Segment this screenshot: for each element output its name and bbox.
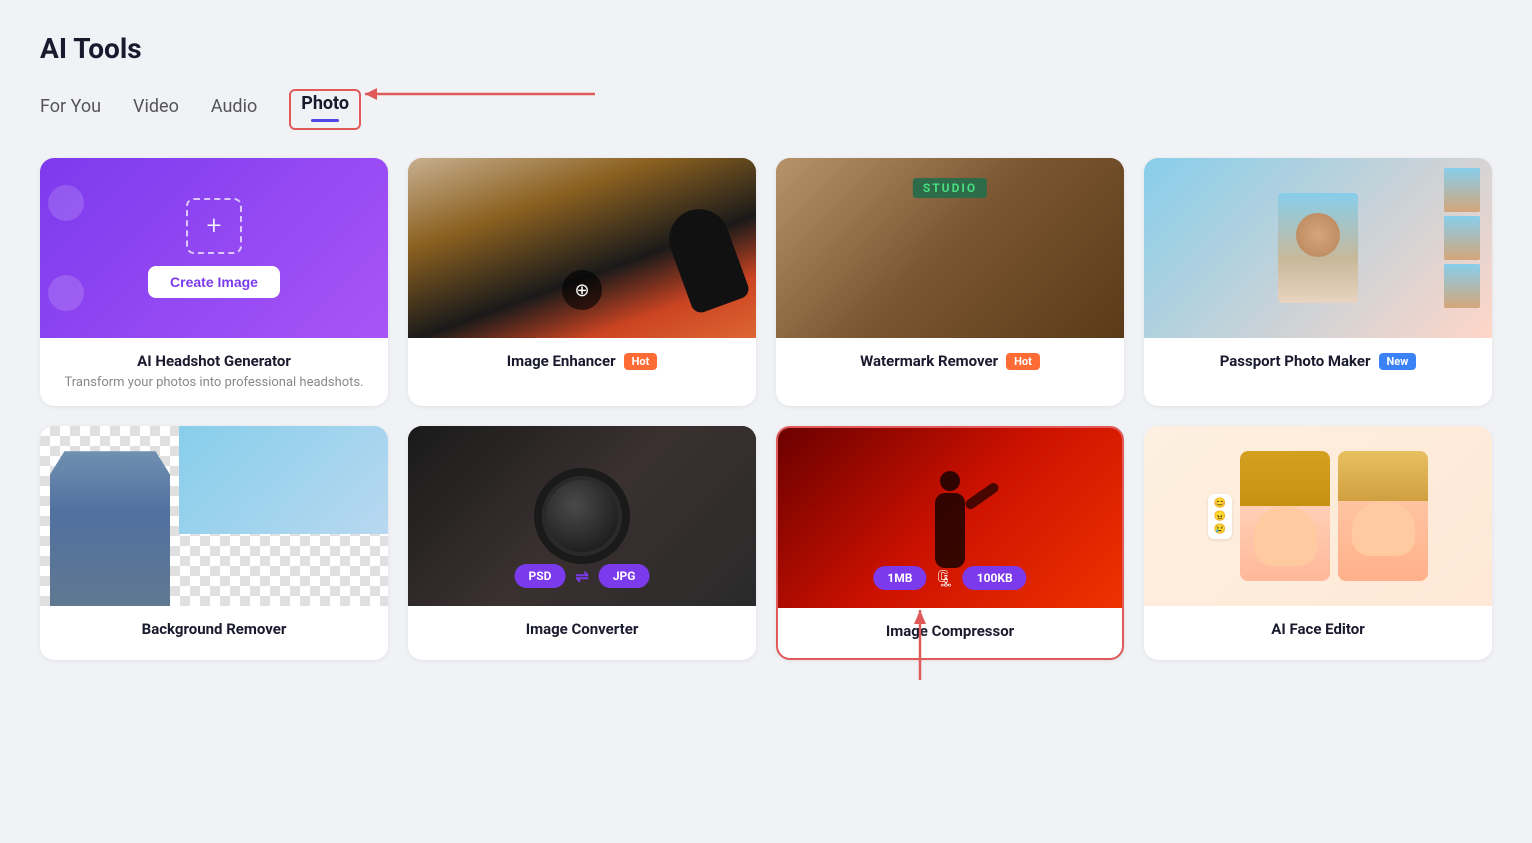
card-title-enhancer: Image Enhancer Hot	[424, 352, 740, 370]
face-avatar-secondary	[1338, 451, 1428, 581]
convert-arrow-icon: ⇌	[575, 567, 588, 586]
bg-remover-sim	[40, 426, 388, 606]
building-shape	[50, 451, 170, 606]
tab-audio[interactable]: Audio	[211, 96, 257, 123]
card-ai-headshot[interactable]: + Create Image AI Headshot Generator Tra…	[40, 158, 388, 406]
tabs-row: For You Video Audio Photo	[40, 89, 1492, 130]
card-image-bg-remover	[40, 426, 388, 606]
card-title-face-editor: AI Face Editor	[1160, 620, 1476, 638]
card-body-ai-headshot: AI Headshot Generator Transform your pho…	[40, 338, 388, 406]
card-title-passport: Passport Photo Maker New	[1160, 352, 1476, 370]
studio-badge: STUDIO	[913, 178, 987, 198]
tab-photo-wrapper: Photo	[289, 89, 361, 130]
grid-container: + Create Image AI Headshot Generator Tra…	[40, 158, 1492, 660]
emoji-3: 😢	[1214, 524, 1226, 535]
face-skin-2	[1352, 501, 1415, 556]
face-skin-main	[1254, 506, 1317, 566]
sky-bg	[179, 426, 388, 534]
badge-hot-watermark: Hot	[1006, 353, 1040, 370]
passport-small-1	[1444, 168, 1480, 212]
card-image-ai-headshot: + Create Image	[40, 158, 388, 338]
card-image-face-editor: 😊 😠 😢	[1144, 426, 1492, 606]
converter-labels: PSD ⇌ JPG	[515, 564, 650, 588]
card-body-bg-remover: Background Remover	[40, 606, 388, 656]
card-title-compressor: Image Compressor	[794, 622, 1106, 640]
tab-video[interactable]: Video	[133, 96, 179, 123]
card-watermark-remover[interactable]: STUDIO Watermark Remover Hot	[776, 158, 1124, 406]
compress-icon: 🗜	[934, 569, 954, 588]
after-size: 100KB	[963, 566, 1027, 590]
emoji-1: 😊	[1214, 498, 1226, 509]
face-emoji-box: 😊 😠 😢	[1208, 494, 1232, 539]
enhancer-photo: ⊕	[408, 158, 756, 338]
tab-for-you[interactable]: For You	[40, 96, 101, 123]
headshot-bg: + Create Image	[40, 158, 388, 338]
page-title: AI Tools	[40, 32, 1492, 65]
emoji-2: 😠	[1214, 511, 1226, 522]
tab-photo[interactable]: Photo	[301, 93, 349, 120]
converter-bg: PSD ⇌ JPG	[408, 426, 756, 606]
before-size: 1MB	[873, 566, 926, 590]
camera-lens	[542, 476, 622, 556]
card-background-remover[interactable]: Background Remover	[40, 426, 388, 660]
card-body-watermark: Watermark Remover Hot	[776, 338, 1124, 388]
card-body-face-editor: AI Face Editor	[1144, 606, 1492, 656]
card-image-converter[interactable]: PSD ⇌ JPG Image Converter	[408, 426, 756, 660]
tabs-container: For You Video Audio Photo	[40, 89, 1492, 130]
card-title-ai-headshot: AI Headshot Generator	[56, 352, 372, 370]
card-image-compressor[interactable]: 1MB 🗜 100KB Image Compressor	[776, 426, 1124, 660]
card-passport-photo[interactable]: Passport Photo Maker New	[1144, 158, 1492, 406]
passport-head	[1296, 213, 1340, 257]
dancer-body	[928, 471, 973, 566]
face-hair-2	[1338, 451, 1428, 501]
card-image-passport	[1144, 158, 1492, 338]
card-image-enhancer-img: ⊕	[408, 158, 756, 338]
badge-hot-enhancer: Hot	[624, 353, 658, 370]
card-image-compressor-img: 1MB 🗜 100KB	[778, 428, 1122, 608]
headshot-plus-box: +	[186, 198, 242, 254]
passport-small-3	[1444, 264, 1480, 308]
tab-photo-box: Photo	[289, 89, 361, 130]
plus-icon: +	[207, 211, 222, 241]
card-body-converter: Image Converter	[408, 606, 756, 656]
headshot-faces	[48, 158, 84, 338]
passport-bg	[1144, 158, 1492, 338]
watermark-title-text: Watermark Remover	[860, 352, 998, 370]
from-format: PSD	[515, 564, 566, 588]
enhancer-title-text: Image Enhancer	[507, 352, 616, 370]
card-image-converter-img: PSD ⇌ JPG	[408, 426, 756, 606]
to-format: JPG	[599, 564, 650, 588]
face-editor-bg: 😊 😠 😢	[1144, 426, 1492, 606]
dancer-head	[940, 471, 960, 491]
passport-small-photos	[1444, 168, 1480, 308]
dancer-torso	[935, 493, 965, 568]
card-title-bg-remover: Background Remover	[56, 620, 372, 638]
passport-title-text: Passport Photo Maker	[1220, 352, 1371, 370]
card-body-enhancer: Image Enhancer Hot	[408, 338, 756, 388]
face-emoji-col: 😊 😠 😢	[1208, 494, 1232, 539]
card-title-converter: Image Converter	[424, 620, 740, 638]
compressor-bg: 1MB 🗜 100KB	[778, 428, 1122, 608]
face-circle-2	[48, 275, 84, 311]
card-body-passport: Passport Photo Maker New	[1144, 338, 1492, 388]
card-image-watermark: STUDIO	[776, 158, 1124, 338]
card-ai-face-editor[interactable]: 😊 😠 😢	[1144, 426, 1492, 660]
face-avatar-main	[1240, 451, 1330, 581]
card-title-watermark: Watermark Remover Hot	[792, 352, 1108, 370]
tools-grid: + Create Image AI Headshot Generator Tra…	[40, 158, 1492, 660]
card-desc-ai-headshot: Transform your photos into professional …	[56, 374, 372, 392]
watermark-bg: STUDIO	[776, 158, 1124, 338]
passport-small-2	[1444, 216, 1480, 260]
compressor-labels: 1MB 🗜 100KB	[873, 566, 1026, 590]
face-circle-1	[48, 185, 84, 221]
create-image-button[interactable]: Create Image	[148, 266, 280, 298]
face-hair-main	[1240, 451, 1330, 506]
badge-new-passport: New	[1379, 353, 1417, 370]
zoom-icon: ⊕	[562, 270, 602, 310]
card-image-enhancer[interactable]: ⊕ Image Enhancer Hot	[408, 158, 756, 406]
card-body-compressor: Image Compressor	[778, 608, 1122, 658]
passport-main-photo	[1278, 193, 1358, 303]
